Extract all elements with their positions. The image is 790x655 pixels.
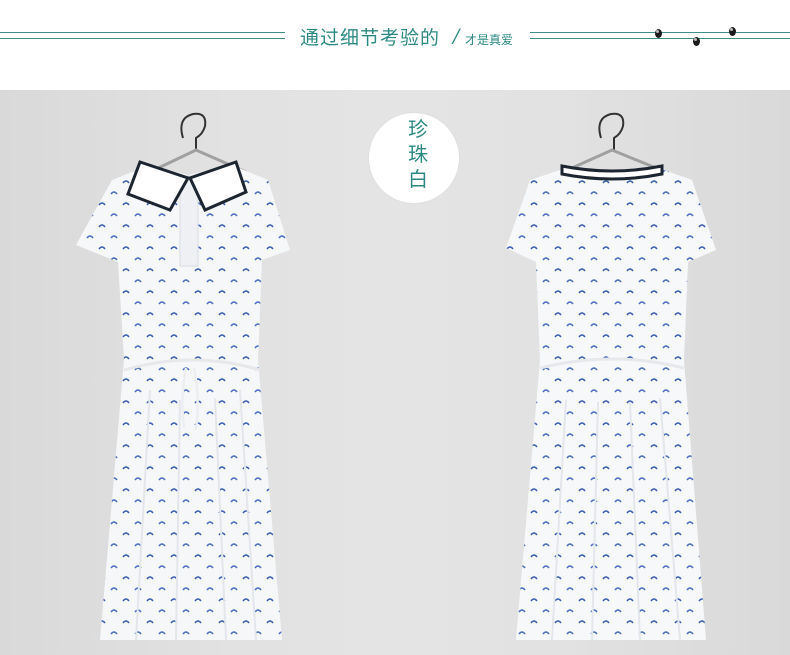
- header-subtitle: 才是真爱: [465, 33, 514, 47]
- header-rule-left-bottom: [0, 38, 285, 39]
- header-rule-left-top: [0, 32, 285, 33]
- dress-back-icon: [506, 112, 716, 641]
- header-rule-right-bottom: [530, 38, 790, 39]
- header-slash: /: [453, 25, 460, 47]
- dress-front-icon: [76, 112, 290, 641]
- section-header: 通过细节考验的 / 才是真爱: [0, 0, 790, 90]
- note-dot-icon: [655, 29, 662, 38]
- color-name: 珍珠白: [408, 117, 428, 191]
- note-dot-icon: [729, 27, 736, 36]
- note-dot-icon: [693, 37, 700, 46]
- header-title: 通过细节考验的: [300, 27, 441, 49]
